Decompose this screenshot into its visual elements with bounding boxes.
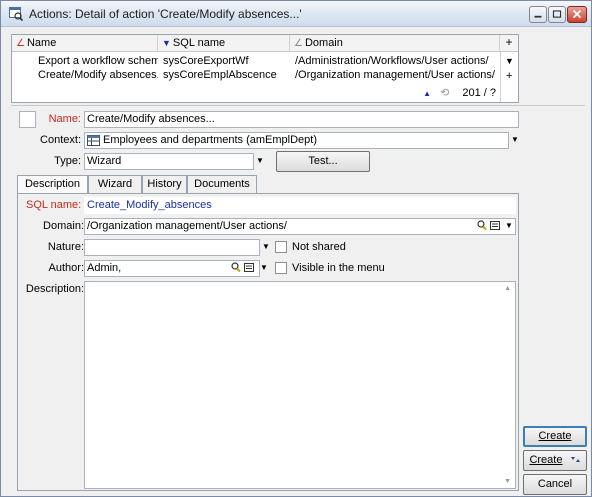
create-dropdown-button[interactable]: Create	[523, 450, 587, 471]
list-side-controls: ▼ +	[500, 52, 518, 102]
scroll-down-icon[interactable]: ▼	[504, 478, 511, 485]
tab-history[interactable]: History	[142, 175, 187, 194]
chevron-down-icon[interactable]: ▼	[261, 239, 271, 256]
list-header: ∠ Name ▼ SQL name ∠ Domain +	[12, 35, 518, 52]
close-button[interactable]	[567, 6, 587, 23]
tab-description[interactable]: Description	[17, 175, 88, 195]
column-sql-name[interactable]: ▼ SQL name	[158, 35, 290, 52]
type-field[interactable]: Wizard	[84, 153, 254, 170]
tab-wizard[interactable]: Wizard	[88, 175, 142, 194]
required-mark-icon: ∠	[16, 38, 25, 49]
cell-sql-name: sysCoreEmplAbscence	[163, 69, 277, 81]
record-indicator	[19, 111, 36, 128]
create-options-icon	[570, 457, 580, 462]
create-button[interactable]: Create	[523, 426, 587, 447]
create-alt-label: Create	[529, 454, 563, 466]
minimize-icon	[534, 15, 542, 18]
cell-domain: /Administration/Workflows/User actions/	[295, 55, 489, 67]
search-icon[interactable]	[230, 261, 242, 275]
expand-plus-icon[interactable]: +	[506, 70, 512, 82]
table-icon	[87, 135, 100, 146]
nature-label: Nature:	[47, 241, 84, 253]
cancel-button-label: Cancel	[537, 478, 573, 490]
add-column-button[interactable]: +	[500, 35, 518, 52]
maximize-icon	[552, 10, 562, 18]
window-title: Actions: Detail of action 'Create/Modify…	[29, 7, 302, 21]
sort-down-icon: ▼	[162, 38, 171, 48]
sql-name-label: SQL name:	[26, 199, 82, 211]
name-label: Name:	[48, 113, 81, 125]
list-status: ▲ ⟲ 201 / ?	[423, 86, 496, 99]
chevron-down-icon[interactable]: ▼	[259, 260, 269, 277]
actions-list[interactable]: ∠ Name ▼ SQL name ∠ Domain + Export a workf…	[11, 34, 519, 103]
search-window-icon	[9, 7, 23, 21]
chevron-down-icon[interactable]: ▼	[504, 218, 514, 235]
refresh-icon[interactable]: ⟲	[440, 87, 449, 99]
detail-icon[interactable]	[489, 219, 501, 233]
cancel-button[interactable]: Cancel	[523, 474, 587, 495]
search-icon[interactable]	[476, 219, 488, 233]
context-value: Employees and departments (amEmplDept)	[103, 134, 317, 146]
nature-field[interactable]	[84, 239, 260, 256]
context-field[interactable]: Employees and departments (amEmplDept)	[84, 132, 509, 149]
sql-name-field[interactable]: Create_Modify_absences	[84, 197, 516, 214]
visible-in-menu-label: Visible in the menu	[292, 262, 385, 274]
separator	[11, 105, 585, 106]
create-button-label: Create	[538, 430, 572, 442]
type-label: Type:	[54, 155, 81, 167]
record-count: 201 / ?	[462, 87, 496, 99]
column-mark-icon: ∠	[294, 38, 303, 49]
tab-label: Description	[24, 178, 81, 190]
domain-field[interactable]: /Organization management/User actions/	[84, 218, 516, 235]
test-button-label: Test...	[308, 155, 338, 167]
table-row[interactable]: Create/Modify absences... sysCoreEmplAbs…	[12, 68, 500, 82]
tab-documents[interactable]: Documents	[187, 175, 257, 194]
description-label: Description:	[25, 283, 84, 295]
context-label: Context:	[40, 134, 81, 146]
tab-label: Wizard	[97, 178, 133, 190]
not-shared-checkbox[interactable]	[275, 241, 287, 253]
close-icon	[572, 9, 582, 19]
test-button[interactable]: Test...	[276, 151, 370, 172]
chevron-down-icon[interactable]: ▼	[255, 153, 265, 170]
detail-icon[interactable]	[243, 261, 255, 275]
column-domain[interactable]: ∠ Domain	[290, 35, 500, 52]
title-bar[interactable]: Actions: Detail of action 'Create/Modify…	[1, 1, 591, 27]
scroll-up-icon[interactable]: ▲	[504, 285, 511, 292]
chevron-down-icon[interactable]: ▼	[510, 132, 520, 149]
scroll-down-icon[interactable]: ▼	[505, 56, 514, 66]
name-field[interactable]: Create/Modify absences...	[84, 111, 519, 128]
description-panel: SQL name: Create_Modify_absences Domain:…	[17, 193, 519, 491]
tab-label: History	[147, 178, 182, 190]
author-label: Author:	[48, 262, 84, 274]
domain-label: Domain:	[43, 220, 84, 232]
column-name[interactable]: ∠ Name	[12, 35, 158, 52]
cell-domain: /Organization management/User actions/	[295, 69, 495, 81]
cell-sql-name: sysCoreExportWf	[163, 55, 249, 67]
scroll-up-icon[interactable]: ▲	[423, 89, 431, 98]
cell-name: Export a workflow scheme...	[38, 55, 158, 67]
description-textarea[interactable]: ▲ ▼	[84, 281, 516, 489]
tab-label: Documents	[194, 178, 250, 190]
minimize-button[interactable]	[529, 6, 547, 23]
maximize-button[interactable]	[548, 6, 566, 23]
not-shared-label: Not shared	[292, 241, 346, 253]
detail-window: Actions: Detail of action 'Create/Modify…	[0, 0, 592, 497]
table-row[interactable]: Export a workflow scheme... sysCoreExpor…	[12, 54, 500, 68]
visible-in-menu-checkbox[interactable]	[275, 262, 287, 274]
cell-name: Create/Modify absences...	[38, 69, 158, 81]
